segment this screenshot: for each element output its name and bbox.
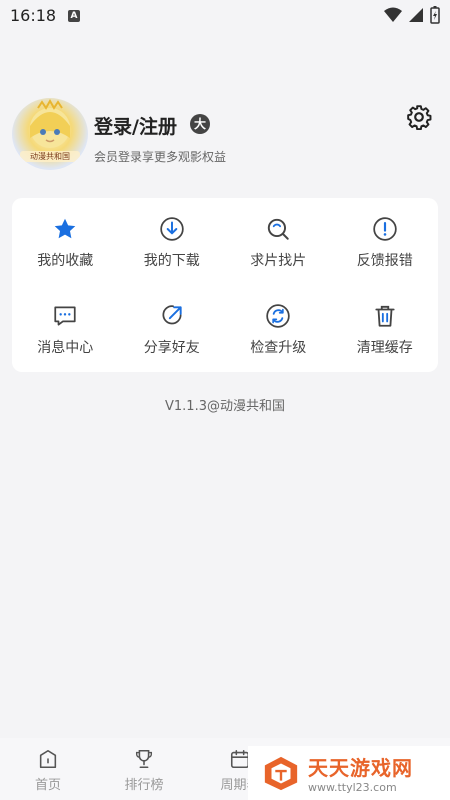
menu-label: 检查升级 <box>250 340 307 356</box>
star-icon <box>54 218 76 239</box>
menu-item-feedback[interactable]: 反馈报错 <box>332 198 439 285</box>
login-register-link[interactable]: 登录/注册 <box>94 112 177 139</box>
menu-label: 消息中心 <box>37 340 94 356</box>
trash-icon <box>375 305 395 327</box>
nav-item-ranking[interactable]: 排行榜 <box>96 738 192 800</box>
feedback-icon <box>373 217 397 241</box>
menu-label: 我的下载 <box>143 253 200 269</box>
menu-card: 我的收藏 我的下载 求片找片 反馈报错 消息中心 分享好友 检查升级 清理缓存 <box>12 198 438 372</box>
nav-label: 首页 <box>34 778 61 793</box>
nav-label: 排行榜 <box>124 778 164 793</box>
status-icons <box>384 6 440 24</box>
version-text: V1.1.3@动漫共和国 <box>165 399 285 414</box>
status-time: 16:18 <box>10 6 57 25</box>
avatar[interactable]: 动漫共和国 <box>12 98 88 170</box>
menu-item-messages[interactable]: 消息中心 <box>12 285 119 372</box>
battery-icon <box>430 6 440 24</box>
watermark: 天天游戏网 www.ttyl23.com <box>248 746 450 800</box>
menu-item-clear-cache[interactable]: 清理缓存 <box>332 285 439 372</box>
wifi-icon <box>384 7 402 22</box>
menu-grid: 我的收藏 我的下载 求片找片 反馈报错 消息中心 分享好友 检查升级 清理缓存 <box>12 198 438 372</box>
menu-label: 反馈报错 <box>356 253 413 269</box>
avatar-caption: 动漫共和国 <box>20 151 80 162</box>
nav-item-home[interactable]: 首页 <box>0 738 96 800</box>
share-icon <box>162 305 182 325</box>
download-icon <box>160 217 184 241</box>
trophy-icon <box>135 749 153 769</box>
login-subtitle: 会员登录享更多观影权益 <box>94 150 227 164</box>
menu-label: 分享好友 <box>143 340 200 356</box>
menu-item-share[interactable]: 分享好友 <box>119 285 226 372</box>
settings-gear-icon[interactable] <box>406 104 432 130</box>
menu-item-favorites[interactable]: 我的收藏 <box>12 198 119 285</box>
level-badge: 大 <box>190 114 210 134</box>
watermark-logo-icon <box>264 756 298 791</box>
watermark-title: 天天游戏网 <box>308 756 413 780</box>
watermark-text: 天天游戏网 www.ttyl23.com <box>308 752 413 794</box>
menu-label: 求片找片 <box>250 253 307 269</box>
notification-icon: A <box>68 10 80 22</box>
menu-label: 我的收藏 <box>37 253 94 269</box>
message-icon <box>54 306 76 326</box>
watermark-url: www.ttyl23.com <box>308 781 397 794</box>
menu-item-request[interactable]: 求片找片 <box>225 198 332 285</box>
home-icon <box>39 749 57 769</box>
menu-item-downloads[interactable]: 我的下载 <box>119 198 226 285</box>
profile-section: 动漫共和国 登录/注册 大 会员登录享更多观影权益 <box>12 98 442 172</box>
refresh-icon <box>266 304 290 328</box>
menu-label: 清理缓存 <box>356 340 413 356</box>
status-bar: 16:18 A <box>0 0 450 34</box>
signal-icon <box>409 8 423 22</box>
search-icon <box>268 218 289 240</box>
menu-item-update[interactable]: 检查升级 <box>225 285 332 372</box>
